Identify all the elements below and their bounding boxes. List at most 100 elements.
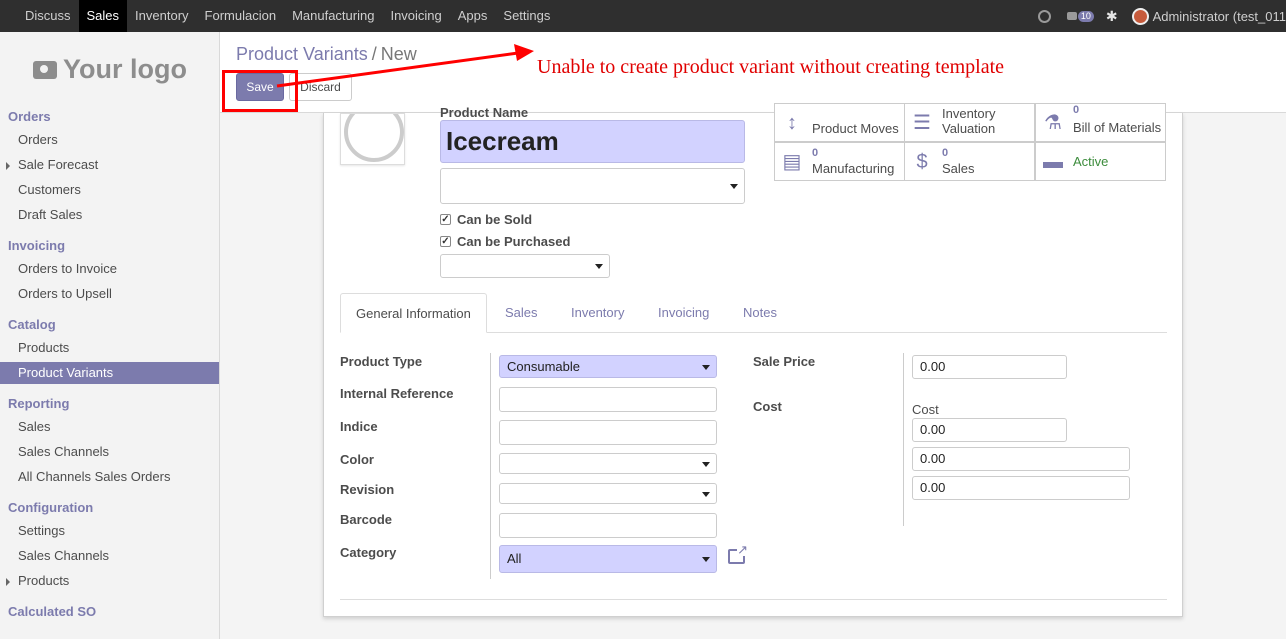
sidebar-item-label: Sales Channels (18, 444, 110, 459)
smart-button-count: 0 (812, 147, 819, 159)
sidebar-item-config-products[interactable]: Products (0, 570, 219, 592)
sidebar-section-invoicing[interactable]: Invoicing (8, 238, 65, 253)
sale-price-label: Sale Price (753, 354, 816, 369)
sidebar-item-label: Customers (18, 182, 81, 197)
product-type-label: Product Type (340, 354, 423, 369)
can-be-purchased-row: ✓ Can be Purchased (440, 234, 570, 249)
tab-inventory[interactable]: Inventory (556, 293, 639, 333)
can-be-sold-checkbox[interactable]: ✓ (440, 214, 451, 225)
sidebar-item-label: Orders (18, 132, 58, 147)
sidebar-item-all-channels-sales-orders[interactable]: All Channels Sales Orders (0, 466, 219, 488)
sidebar-item-sale-forecast[interactable]: Sale Forecast (0, 154, 219, 176)
company-select[interactable] (440, 254, 610, 278)
cost-sublabel: Cost (912, 402, 939, 417)
menu-settings[interactable]: Settings (495, 0, 558, 32)
bars-icon: ☰ (913, 112, 931, 134)
product-image[interactable] (340, 113, 405, 165)
sidebar-item-label: All Channels Sales Orders (18, 469, 171, 484)
sidebar-section-configuration[interactable]: Configuration (8, 500, 93, 515)
can-be-purchased-label: Can be Purchased (457, 234, 571, 249)
sidebar-item-draft-sales[interactable]: Draft Sales (0, 204, 219, 226)
menu-manufacturing[interactable]: Manufacturing (284, 0, 382, 32)
menu-discuss[interactable]: Discuss (17, 0, 79, 32)
smart-button-count: 0 (1073, 104, 1080, 116)
sidebar-section-orders[interactable]: Orders (8, 109, 51, 124)
sidebar-item-customers[interactable]: Customers (0, 179, 219, 201)
product-moves-button[interactable]: ↕ Product Moves (774, 103, 905, 142)
clock-icon[interactable] (1037, 9, 1051, 23)
inventory-valuation-button[interactable]: ☰ Inventory Valuation (904, 103, 1035, 142)
archive-icon: ▬ (1043, 151, 1063, 173)
sidebar-item-orders-to-invoice[interactable]: Orders to Invoice (0, 258, 219, 280)
menu-invoicing[interactable]: Invoicing (382, 0, 449, 32)
smart-button-label: Product Moves (812, 121, 899, 136)
cost-input-3[interactable]: 0.00 (912, 476, 1130, 500)
sidebar-section-reporting[interactable]: Reporting (8, 396, 69, 411)
caret-right-icon (6, 578, 10, 586)
color-select[interactable] (499, 453, 717, 474)
cost-label: Cost (753, 399, 782, 414)
product-name-label: Product Name (440, 105, 529, 117)
sidebar-section-calculated-so[interactable]: Calculated SO (8, 604, 96, 619)
tab-notes[interactable]: Notes (728, 293, 792, 333)
indice-input[interactable] (499, 420, 717, 445)
tab-invoicing[interactable]: Invoicing (643, 293, 724, 333)
avatar[interactable] (1131, 7, 1149, 25)
annotation-arrow (276, 44, 534, 88)
sidebar-item-reporting-sales-channels[interactable]: Sales Channels (0, 441, 219, 463)
annotation-text: Unable to create product variant without… (537, 56, 1005, 78)
sidebar-item-orders-to-upsell[interactable]: Orders to Upsell (0, 283, 219, 305)
bug-icon[interactable]: ✱ (1106, 8, 1118, 25)
smart-button-label: Manufacturing (812, 161, 895, 176)
company-logo[interactable]: Your logo (33, 54, 187, 85)
sidebar-item-products[interactable]: Products (0, 337, 219, 359)
cost-input[interactable]: 0.00 (912, 418, 1067, 442)
sidebar-section-catalog[interactable]: Catalog (8, 317, 56, 332)
sidebar-item-label: Sale Forecast (18, 157, 99, 172)
sidebar-item-product-variants[interactable]: Product Variants (0, 362, 219, 384)
bill-of-materials-button[interactable]: ⚗ 0 Bill of Materials (1035, 103, 1166, 142)
category-select[interactable]: All (499, 545, 717, 573)
tab-general-information[interactable]: General Information (340, 293, 487, 333)
control-panel: Product Variants / New Save Discard Unable… (220, 32, 1286, 113)
chat-icon[interactable]: 10 (1066, 10, 1094, 22)
sale-price-input[interactable]: 0.00 (912, 355, 1067, 379)
cost-input-2[interactable]: 0.00 (912, 447, 1130, 471)
product-type-select[interactable]: Consumable (499, 355, 717, 378)
sidebar-item-label: Products (18, 340, 70, 355)
sidebar-item-label: Product Variants (18, 365, 114, 380)
tab-sales[interactable]: Sales (490, 293, 553, 333)
external-link-icon[interactable] (728, 544, 748, 564)
sales-button[interactable]: $ 0 Sales (904, 142, 1035, 181)
sidebar: Your logo Orders Orders Sale Forecast Cu… (0, 32, 220, 639)
list-icon: ▤ (782, 151, 802, 173)
product-template-select[interactable] (440, 168, 745, 204)
active-toggle-button[interactable]: ▬ Active (1035, 142, 1166, 181)
can-be-purchased-checkbox[interactable]: ✓ (440, 236, 451, 247)
chat-count-badge: 10 (1077, 10, 1094, 22)
revision-label: Revision (340, 482, 395, 497)
revision-select[interactable] (499, 483, 717, 504)
sidebar-item-label: Settings (18, 523, 65, 538)
barcode-label: Barcode (340, 512, 393, 527)
can-be-sold-row: ✓ Can be Sold (440, 212, 532, 227)
smart-button-count: 0 (942, 147, 949, 159)
menu-sales[interactable]: Sales (78, 0, 128, 32)
sidebar-item-orders[interactable]: Orders (0, 129, 219, 151)
menu-inventory[interactable]: Inventory (127, 0, 196, 32)
manufacturing-button[interactable]: ▤ 0 Manufacturing (774, 142, 905, 181)
menu-formulacion[interactable]: Formulacion (197, 0, 285, 32)
internal-reference-input[interactable] (499, 387, 717, 412)
indice-label: Indice (340, 419, 378, 434)
chat-bubble-icon (1066, 12, 1077, 20)
barcode-input[interactable] (499, 513, 717, 538)
notebook-tabs: General Information Sales Inventory Invo… (340, 293, 1167, 333)
logo-text: Your logo (63, 54, 187, 84)
sidebar-item-reporting-sales[interactable]: Sales (0, 416, 219, 438)
sidebar-item-settings[interactable]: Settings (0, 520, 219, 542)
product-name-input[interactable]: Icecream (440, 120, 745, 163)
menu-apps[interactable]: Apps (450, 0, 496, 32)
smart-button-label: Inventory Valuation (942, 106, 996, 136)
sidebar-item-config-sales-channels[interactable]: Sales Channels (0, 545, 219, 567)
user-menu[interactable]: Administrator (test_011 (1153, 9, 1286, 24)
